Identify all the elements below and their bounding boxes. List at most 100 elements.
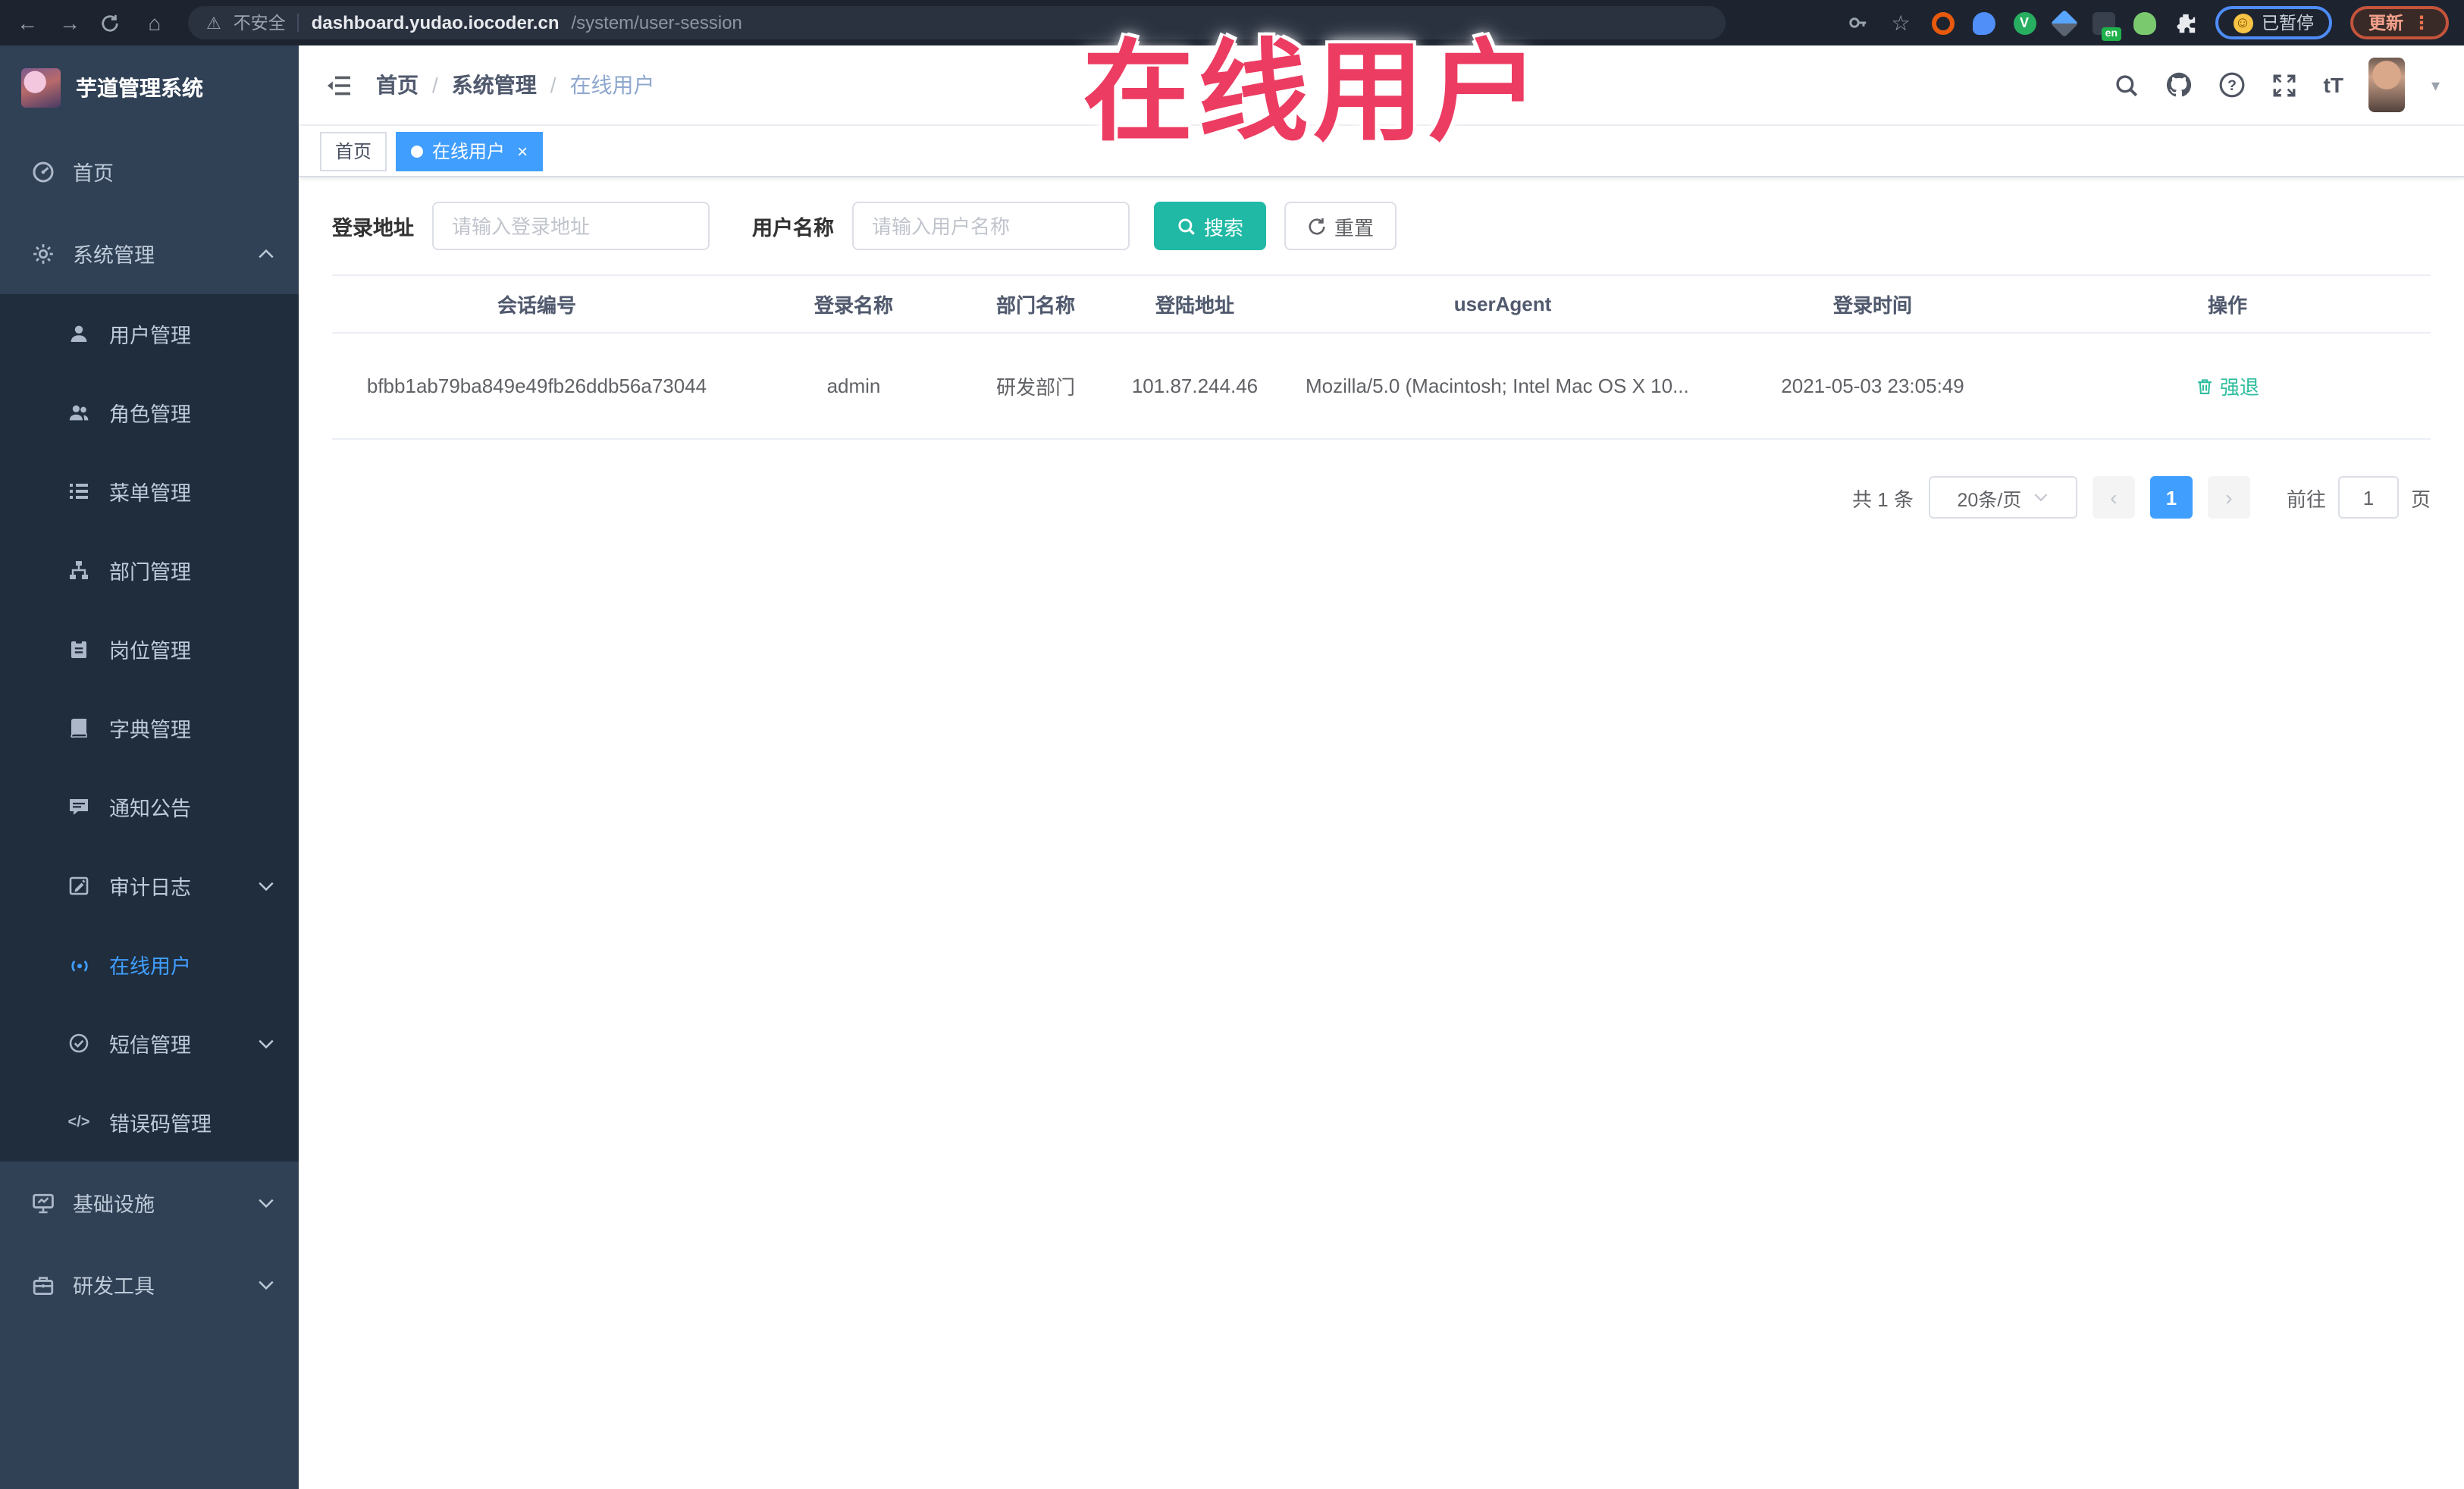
sidebar-item-post-mgmt[interactable]: 岗位管理 (0, 610, 299, 688)
browser-menu-kebab-icon[interactable]: ⋮ (2412, 12, 2431, 33)
sidebar-item-online-users[interactable]: 在线用户 (0, 925, 299, 1004)
cell-login-name: admin (741, 333, 966, 440)
cell-user-agent: Mozilla/5.0 (Macintosh; Intel Mac OS X 1… (1284, 333, 1721, 440)
col-login-addr: 登陆地址 (1155, 294, 1234, 317)
user-menu-caret-icon[interactable]: ▾ (2431, 75, 2440, 95)
extension-green-circle-icon[interactable]: V (2013, 11, 2036, 34)
prev-page-button[interactable]: ‹ (2092, 476, 2135, 519)
cell-dept-name: 研发部门 (966, 333, 1105, 440)
cell-login-time: 2021-05-03 23:05:49 (1721, 333, 2024, 440)
user-avatar[interactable] (2368, 58, 2406, 112)
sidebar-item-label: 岗位管理 (109, 640, 191, 663)
browser-reload-icon[interactable] (100, 13, 124, 33)
search-button-label: 搜索 (1204, 216, 1244, 239)
extension-translate-icon[interactable]: en (2092, 11, 2121, 40)
sidebar-item-label: 系统管理 (73, 244, 155, 267)
sidebar-item-role-mgmt[interactable]: 角色管理 (0, 373, 299, 452)
sidebar-item-label: 通知公告 (109, 798, 191, 820)
address-bar[interactable]: ⚠ 不安全 dashboard.yudao.iocoder.cn /system… (188, 6, 1726, 39)
browser-update-button[interactable]: 更新 ⋮ (2350, 6, 2449, 39)
code-icon: </> (67, 1114, 90, 1130)
main-area: 首页 / 系统管理 / 在线用户 ? tT ▾ 首页 在线用户 × 登录地址 请… (299, 45, 2464, 1489)
app-frame: 芋道管理系统 首页 系统管理 用户管理 角色管理 菜单管理 部门管理 岗位管理 … (0, 45, 2464, 1489)
page-size-select[interactable]: 20条/页 (1928, 476, 2077, 519)
browser-back-icon[interactable]: ← (15, 12, 39, 33)
chevron-down-icon (258, 1038, 274, 1049)
user-icon (67, 321, 91, 346)
sidebar-item-label: 研发工具 (73, 1275, 155, 1298)
login-address-input[interactable] (432, 202, 710, 250)
col-dept-name: 部门名称 (995, 294, 1075, 317)
announcement-icon (67, 795, 91, 819)
search-icon[interactable] (2114, 72, 2140, 98)
breadcrumb-separator: / (432, 73, 438, 97)
goto-page-input[interactable] (2337, 476, 2399, 519)
browser-forward-icon[interactable]: → (58, 12, 82, 33)
breadcrumb-current: 在线用户 (569, 73, 655, 97)
users-icon (67, 400, 91, 425)
extension-green-person-icon[interactable] (2133, 11, 2155, 34)
sidebar-item-infrastructure[interactable]: 基础设施 (0, 1161, 299, 1243)
cell-login-addr: 101.87.244.46 (1105, 333, 1284, 440)
extension-orange-ring-icon[interactable] (1931, 11, 1954, 34)
chevron-down-icon (258, 1279, 274, 1290)
select-caret-icon (2033, 493, 2049, 502)
tag-online-users[interactable]: 在线用户 × (396, 131, 544, 171)
sidebar-item-user-mgmt[interactable]: 用户管理 (0, 294, 299, 373)
force-logout-button[interactable]: 强退 (2196, 371, 2259, 400)
breadcrumb: 首页 / 系统管理 / 在线用户 (376, 70, 655, 100)
search-button[interactable]: 搜索 (1154, 202, 1267, 250)
sidebar-item-sms-mgmt[interactable]: 短信管理 (0, 1004, 299, 1083)
text-size-icon[interactable]: tT (2324, 73, 2343, 97)
table-header-row: 会话编号 登录名称 部门名称 登陆地址 userAgent 登录时间 操作 (332, 275, 2431, 333)
sessions-table: 会话编号 登录名称 部门名称 登陆地址 userAgent 登录时间 操作 bf… (332, 274, 2431, 440)
sidebar-item-notice[interactable]: 通知公告 (0, 767, 299, 846)
page-size-value: 20条/页 (1957, 489, 2022, 510)
github-icon[interactable] (2166, 71, 2193, 99)
reset-button-label: 重置 (1334, 216, 1375, 239)
browser-home-icon[interactable]: ⌂ (143, 12, 167, 33)
extensions-puzzle-icon[interactable] (2174, 11, 2196, 34)
profile-emoji-icon: ☺ (2233, 13, 2252, 33)
book-icon (67, 716, 91, 740)
extension-blue-drop-icon[interactable] (1972, 11, 1995, 34)
chevron-down-icon (258, 880, 274, 891)
sidebar-item-home[interactable]: 首页 (0, 130, 299, 212)
username-input[interactable] (852, 202, 1130, 250)
tag-home[interactable]: 首页 (320, 131, 387, 171)
sidebar-item-audit-log[interactable]: 审计日志 (0, 846, 299, 925)
sidebar-item-dept-mgmt[interactable]: 部门管理 (0, 531, 299, 610)
close-icon[interactable]: × (517, 142, 528, 160)
password-key-icon[interactable] (1846, 12, 1870, 33)
sidebar-logo-row[interactable]: 芋道管理系统 (0, 45, 299, 130)
sidebar-item-system[interactable]: 系统管理 (0, 212, 299, 294)
profile-paused-chip[interactable]: ☺ 已暂停 (2215, 6, 2332, 39)
breadcrumb-home[interactable]: 首页 (376, 70, 419, 100)
sidebar-item-error-code[interactable]: </> 错误码管理 (0, 1083, 299, 1161)
help-icon[interactable]: ? (2219, 71, 2246, 99)
goto-label: 前往 (2286, 487, 2326, 510)
sidebar-item-dev-tools[interactable]: 研发工具 (0, 1243, 299, 1325)
sidebar-toggle-icon[interactable] (326, 74, 352, 96)
filter-form: 登录地址 用户名称 搜索 重置 (332, 202, 2431, 250)
sidebar-item-dict-mgmt[interactable]: 字典管理 (0, 688, 299, 767)
sidebar-item-label: 基础设施 (73, 1193, 155, 1216)
screen: ← → ⌂ ⚠ 不安全 dashboard.yudao.iocoder.cn /… (0, 0, 2464, 1489)
sidebar-item-label: 角色管理 (109, 403, 191, 426)
next-page-button[interactable]: › (2207, 476, 2250, 519)
sidebar-item-label: 菜单管理 (109, 482, 191, 505)
page-1-button[interactable]: 1 (2149, 476, 2193, 519)
sidebar-item-label: 部门管理 (109, 561, 191, 584)
sidebar-item-menu-mgmt[interactable]: 菜单管理 (0, 452, 299, 531)
bookmark-star-icon[interactable]: ☆ (1889, 12, 1913, 33)
col-login-name: 登录名称 (813, 294, 893, 317)
extension-diamond-icon[interactable] (2049, 8, 2078, 37)
pagination: 共 1 条 20条/页 ‹ 1 › 前往 页 (332, 476, 2431, 519)
fullscreen-icon[interactable] (2272, 72, 2298, 98)
sidebar-menu: 首页 系统管理 用户管理 角色管理 菜单管理 部门管理 岗位管理 字典管理 通知… (0, 130, 299, 1489)
table-row: bfbb1ab79ba849e49fb26ddb56a73044 admin 研… (332, 333, 2431, 440)
reset-button[interactable]: 重置 (1284, 202, 1397, 250)
paused-label: 已暂停 (2262, 15, 2314, 33)
monitor-icon (30, 1190, 55, 1215)
breadcrumb-system[interactable]: 系统管理 (452, 70, 537, 100)
